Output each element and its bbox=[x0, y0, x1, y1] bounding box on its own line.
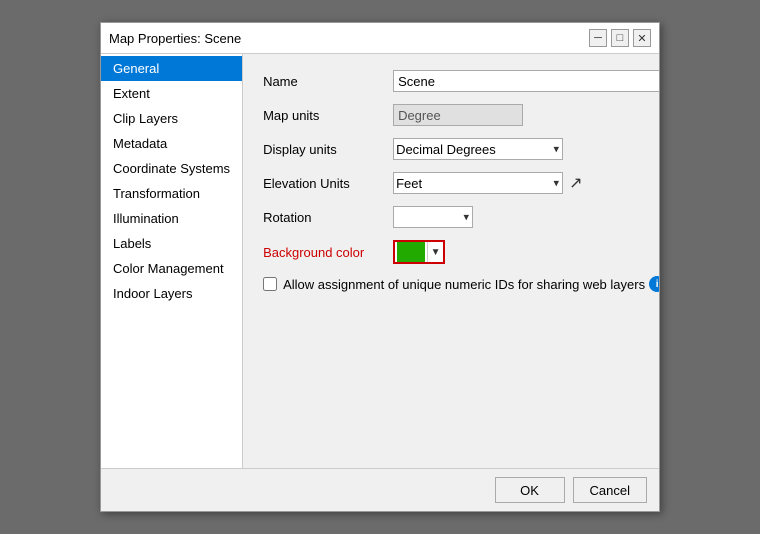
display-units-label: Display units bbox=[263, 142, 393, 157]
name-label: Name bbox=[263, 74, 393, 89]
background-color-label: Background color bbox=[263, 245, 393, 260]
color-dropdown-arrow-icon[interactable]: ▼ bbox=[427, 242, 443, 262]
map-units-input bbox=[393, 104, 523, 126]
sidebar-item-coordinate-systems[interactable]: Coordinate Systems bbox=[101, 156, 242, 181]
dialog-title: Map Properties: Scene bbox=[109, 31, 241, 46]
sidebar-item-extent[interactable]: Extent bbox=[101, 81, 242, 106]
sidebar-item-illumination[interactable]: Illumination bbox=[101, 206, 242, 231]
map-properties-dialog: Map Properties: Scene ─ □ ✕ General Exte… bbox=[100, 22, 660, 512]
rotation-label: Rotation bbox=[263, 210, 393, 225]
unique-ids-checkbox-row: Allow assignment of unique numeric IDs f… bbox=[263, 276, 659, 292]
rotation-input[interactable] bbox=[393, 206, 473, 228]
sidebar: General Extent Clip Layers Metadata Coor… bbox=[101, 54, 243, 468]
unique-ids-checkbox[interactable] bbox=[263, 277, 277, 291]
elevation-units-row: Elevation Units Feet Meters Kilometers M… bbox=[263, 172, 659, 194]
title-bar-controls: ─ □ ✕ bbox=[589, 29, 651, 47]
display-units-select[interactable]: Decimal Degrees Degrees Minutes Seconds … bbox=[393, 138, 563, 160]
sidebar-item-clip-layers[interactable]: Clip Layers bbox=[101, 106, 242, 131]
sidebar-item-general[interactable]: General bbox=[101, 56, 242, 81]
sidebar-item-labels[interactable]: Labels bbox=[101, 231, 242, 256]
sidebar-item-indoor-layers[interactable]: Indoor Layers bbox=[101, 281, 242, 306]
background-color-row: Background color ▼ bbox=[263, 240, 659, 264]
dialog-footer: OK Cancel bbox=[101, 468, 659, 511]
unique-ids-label: Allow assignment of unique numeric IDs f… bbox=[283, 277, 645, 292]
info-icon[interactable]: i bbox=[649, 276, 659, 292]
rotation-row: Rotation bbox=[263, 206, 659, 228]
cursor-arrow-icon: ↗ bbox=[569, 173, 582, 193]
display-units-select-wrapper: Decimal Degrees Degrees Minutes Seconds … bbox=[393, 138, 563, 160]
background-color-button[interactable]: ▼ bbox=[393, 240, 445, 264]
sidebar-item-metadata[interactable]: Metadata bbox=[101, 131, 242, 156]
maximize-button[interactable]: □ bbox=[611, 29, 629, 47]
sidebar-item-transformation[interactable]: Transformation bbox=[101, 181, 242, 206]
dialog-body: General Extent Clip Layers Metadata Coor… bbox=[101, 54, 659, 468]
map-units-label: Map units bbox=[263, 108, 393, 123]
name-input[interactable] bbox=[393, 70, 659, 92]
map-units-row: Map units bbox=[263, 104, 659, 126]
cancel-button[interactable]: Cancel bbox=[573, 477, 647, 503]
color-swatch bbox=[397, 242, 425, 262]
sidebar-item-color-management[interactable]: Color Management bbox=[101, 256, 242, 281]
title-bar: Map Properties: Scene ─ □ ✕ bbox=[101, 23, 659, 54]
ok-button[interactable]: OK bbox=[495, 477, 565, 503]
minimize-button[interactable]: ─ bbox=[589, 29, 607, 47]
elevation-units-select-wrapper: Feet Meters Kilometers Miles bbox=[393, 172, 563, 194]
elevation-units-label: Elevation Units bbox=[263, 176, 393, 191]
main-content: Name Map units Display units Decimal Deg… bbox=[243, 54, 659, 468]
rotation-input-wrapper bbox=[393, 206, 473, 228]
elevation-units-select[interactable]: Feet Meters Kilometers Miles bbox=[393, 172, 563, 194]
close-button[interactable]: ✕ bbox=[633, 29, 651, 47]
name-row: Name bbox=[263, 70, 659, 92]
display-units-row: Display units Decimal Degrees Degrees Mi… bbox=[263, 138, 659, 160]
